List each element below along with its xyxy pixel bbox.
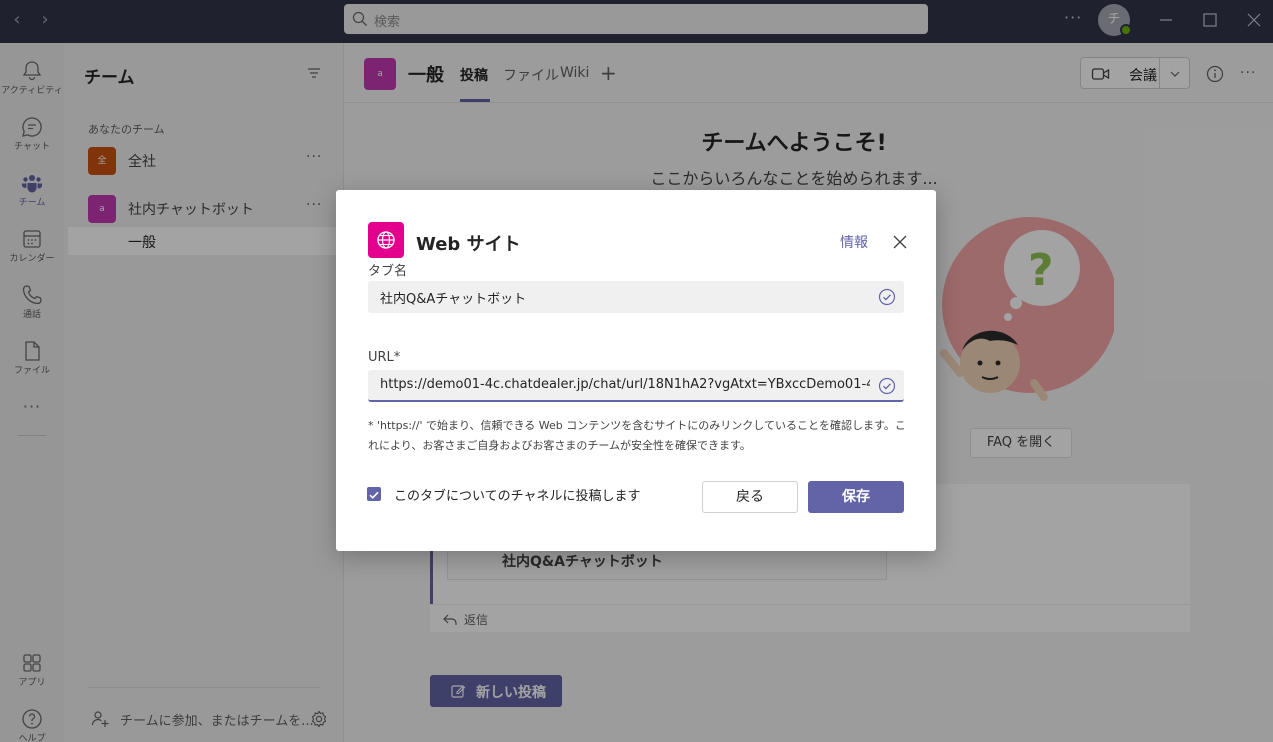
website-app-icon-tile: [368, 222, 404, 258]
security-note: * 'https://' で始まり、信頼できる Web コンテンツを含むサイトに…: [368, 419, 906, 452]
tab-name-value: 社内Q&Aチャットボット: [380, 292, 527, 307]
checkmark-icon: [369, 491, 379, 499]
post-to-channel-checkbox[interactable]: [367, 487, 381, 501]
url-label: URL*: [368, 350, 401, 365]
url-field[interactable]: https://demo01-4c.chatdealer.jp/chat/url…: [368, 370, 904, 402]
url-value: https://demo01-4c.chatdealer.jp/chat/url…: [380, 377, 870, 392]
globe-icon: [377, 231, 395, 249]
tab-name-label: タブ名: [368, 264, 408, 279]
info-link[interactable]: 情報: [840, 232, 868, 252]
back-button[interactable]: 戻る: [702, 481, 798, 513]
tab-name-field[interactable]: 社内Q&Aチャットボット: [368, 281, 904, 313]
website-tab-dialog: Web サイト 情報 タブ名 社内Q&Aチャットボット URL* https:/…: [336, 190, 936, 551]
close-icon[interactable]: [892, 234, 908, 250]
check-circle-icon: [878, 288, 896, 306]
save-button[interactable]: 保存: [808, 481, 904, 513]
check-circle-icon: [878, 377, 896, 395]
dialog-title: Web サイト: [416, 234, 521, 255]
post-to-channel-label[interactable]: このタブについてのチャネルに投稿します: [394, 485, 640, 504]
